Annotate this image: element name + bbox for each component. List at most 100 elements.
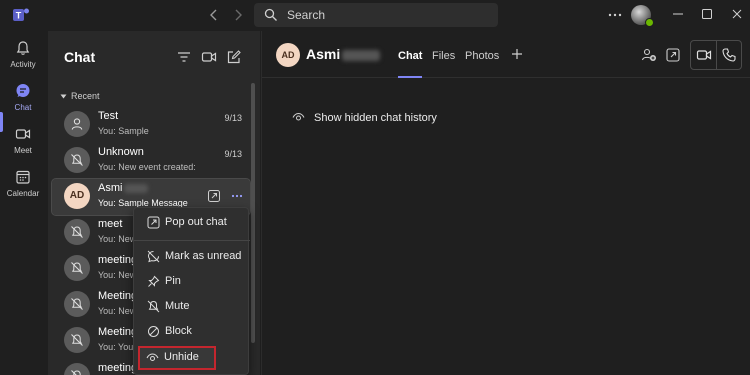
rail-label: Meet xyxy=(14,146,32,155)
filter-icon[interactable] xyxy=(176,49,192,65)
recent-section-header[interactable]: Recent xyxy=(60,91,100,101)
meet-now-icon[interactable] xyxy=(201,49,217,65)
app-rail: Activity Chat Meet Calendar xyxy=(0,31,46,375)
redacted-surname xyxy=(342,49,381,61)
menu-item-unhide[interactable]: Unhide xyxy=(138,346,216,370)
chat-date: 9/13 xyxy=(224,113,242,123)
caret-down-icon xyxy=(60,94,67,99)
add-tab-icon[interactable] xyxy=(511,48,523,60)
pop-out-icon[interactable] xyxy=(207,189,221,203)
conversation-pane: AD Asmi Chat Files Photos Show hidden ch… xyxy=(261,31,750,375)
video-call-icon[interactable] xyxy=(696,47,712,63)
muted-bell-icon xyxy=(71,298,83,310)
eye-icon xyxy=(292,112,305,121)
new-chat-icon[interactable] xyxy=(226,49,242,65)
presence-available-icon xyxy=(645,18,654,27)
muted-bell-icon xyxy=(71,154,83,166)
chat-list-title: Chat xyxy=(64,49,96,65)
user-avatar[interactable] xyxy=(631,5,654,27)
muted-bell-icon xyxy=(71,226,83,238)
chat-name: Meeting xyxy=(98,290,138,302)
group-avatar xyxy=(64,219,90,245)
group-avatar xyxy=(64,327,90,353)
menu-item-pop-out-chat[interactable]: Pop out chat xyxy=(138,212,246,234)
conversation-header: AD Asmi Chat Files Photos xyxy=(262,31,750,78)
chat-name: Meeting xyxy=(98,326,138,338)
rail-label: Activity xyxy=(10,60,36,69)
chat-context-menu: Pop out chat Mark as unread Pin Mute Blo… xyxy=(133,207,250,375)
chat-preview: You: New xyxy=(98,270,137,280)
more-options-icon[interactable] xyxy=(607,7,623,23)
contact-name[interactable]: Asmi xyxy=(306,46,381,62)
menu-label: Unhide xyxy=(164,351,199,363)
show-hidden-label: Show hidden chat history xyxy=(314,112,437,124)
rail-item-calendar[interactable]: Calendar xyxy=(0,169,46,211)
chat-preview: You: New xyxy=(98,234,137,244)
rail-item-meet[interactable]: Meet xyxy=(0,126,46,168)
block-icon xyxy=(148,326,159,337)
chat-preview: You: Your xyxy=(98,342,137,352)
menu-divider xyxy=(134,240,250,241)
chat-date: 9/13 xyxy=(224,149,242,159)
contact-avatar[interactable]: AD xyxy=(276,43,300,67)
rail-item-chat[interactable]: Chat xyxy=(0,83,46,125)
chat-list-item[interactable]: Unknown You: New event created: 9/13 xyxy=(52,143,250,179)
group-avatar xyxy=(64,111,90,137)
chat-name-text: Asmi xyxy=(98,182,123,194)
menu-item-mute[interactable]: Mute xyxy=(138,296,246,318)
mute-icon xyxy=(147,300,160,313)
menu-label: Pin xyxy=(165,275,181,287)
menu-item-pin[interactable]: Pin xyxy=(138,271,246,293)
bell-icon xyxy=(16,41,30,55)
rail-item-activity[interactable]: Activity xyxy=(0,40,46,82)
chat-name: meeting xyxy=(98,254,138,266)
menu-item-block[interactable]: Block xyxy=(138,321,246,343)
maximize-icon[interactable] xyxy=(700,7,714,21)
search-placeholder: Search xyxy=(287,8,326,22)
chat-list-item[interactable]: Test You: Sample 9/13 xyxy=(52,107,250,143)
chat-icon xyxy=(16,84,30,97)
teams-logo: T xyxy=(13,8,29,21)
menu-label: Block xyxy=(165,325,192,337)
minimize-icon[interactable] xyxy=(671,7,685,21)
chat-preview: You: New xyxy=(98,306,137,316)
rail-label: Calendar xyxy=(6,189,40,198)
tab-chat[interactable]: Chat xyxy=(398,50,422,62)
muted-bell-icon xyxy=(71,370,81,375)
audio-call-icon[interactable] xyxy=(721,47,737,63)
menu-label: Mark as unread xyxy=(165,250,242,262)
pin-icon xyxy=(148,275,160,287)
pop-out-icon xyxy=(147,216,160,229)
group-avatar xyxy=(64,291,90,317)
chat-name: Asmi xyxy=(98,182,149,194)
chat-list-scrollbar[interactable] xyxy=(251,83,255,343)
more-options-icon[interactable] xyxy=(230,189,244,203)
title-bar: T Search xyxy=(0,0,750,31)
recent-label: Recent xyxy=(71,91,100,101)
pop-out-icon[interactable] xyxy=(665,47,681,63)
redacted-surname xyxy=(124,183,149,193)
muted-bell-icon xyxy=(71,334,83,346)
unread-icon xyxy=(147,250,160,263)
call-group-divider xyxy=(716,41,717,69)
tab-files[interactable]: Files xyxy=(432,50,455,62)
user-initials-avatar: AD xyxy=(64,183,90,209)
back-arrow-icon[interactable] xyxy=(206,6,222,24)
menu-item-mark-as-unread[interactable]: Mark as unread xyxy=(138,246,246,268)
close-icon[interactable] xyxy=(730,7,744,21)
search-icon xyxy=(264,8,277,21)
group-avatar xyxy=(64,255,90,281)
active-tab-underline xyxy=(398,76,422,78)
calendar-icon xyxy=(16,170,30,184)
chat-name: Unknown xyxy=(98,146,144,158)
chat-preview: You: New event created: xyxy=(98,162,196,172)
muted-bell-icon xyxy=(71,262,83,274)
search-input[interactable]: Search xyxy=(254,3,498,27)
forward-arrow-icon[interactable] xyxy=(230,6,246,24)
chat-name: meet xyxy=(98,218,123,230)
video-icon xyxy=(15,129,31,139)
add-people-icon[interactable] xyxy=(641,47,657,63)
tab-photos[interactable]: Photos xyxy=(465,50,499,62)
chat-name: meeting xyxy=(98,362,138,374)
person-icon xyxy=(71,118,83,130)
